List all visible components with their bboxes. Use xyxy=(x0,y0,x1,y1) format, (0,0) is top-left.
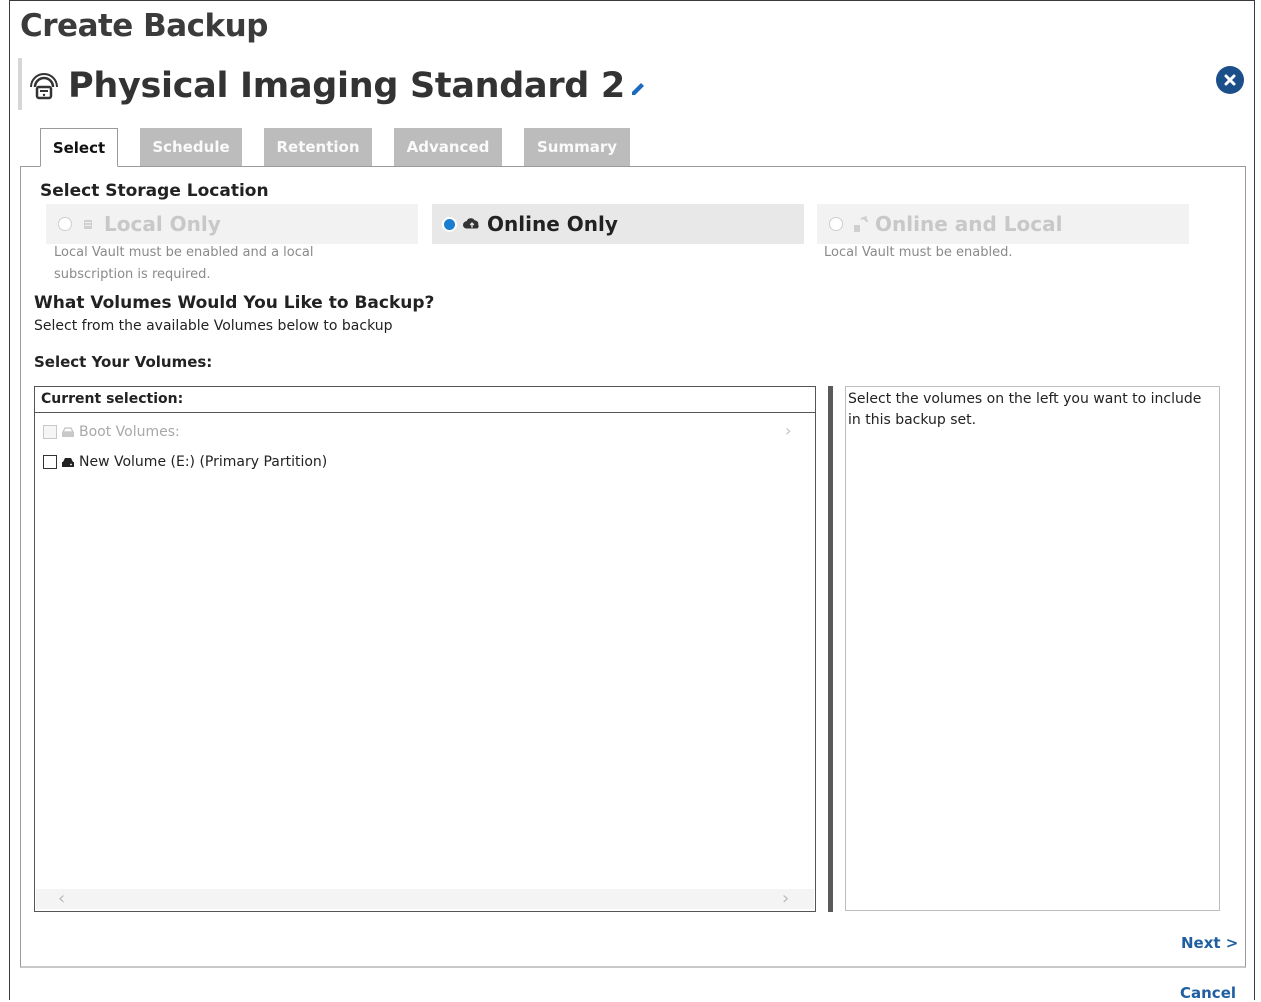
sync-icon xyxy=(851,215,869,233)
local-only-label: Local Only xyxy=(104,212,221,236)
plan-name: Physical Imaging Standard 2 xyxy=(68,66,625,106)
current-selection-header: Current selection: xyxy=(35,387,815,413)
storage-option-local-only[interactable]: Local Only xyxy=(46,204,418,244)
server-icon xyxy=(80,215,98,233)
storage-option-online-only[interactable]: Online Only xyxy=(432,204,804,244)
online-only-label: Online Only xyxy=(487,212,618,236)
volumes-subheading: Select from the available Volumes below … xyxy=(34,318,393,334)
select-volumes-label: Select Your Volumes: xyxy=(34,353,213,371)
tab-summary[interactable]: Summary xyxy=(524,128,630,166)
tree-row-boot-volumes[interactable]: Boot Volumes: xyxy=(43,421,180,443)
online-and-local-radio[interactable] xyxy=(829,217,843,231)
physical-imaging-icon xyxy=(28,70,60,102)
volumes-heading: What Volumes Would You Like to Backup? xyxy=(34,293,435,313)
online-only-radio[interactable] xyxy=(444,218,455,230)
online-and-local-note: Local Vault must be enabled. xyxy=(824,245,1013,260)
drive-icon xyxy=(61,426,75,438)
online-and-local-label: Online and Local xyxy=(875,212,1063,236)
cloud-icon xyxy=(463,215,481,233)
new-volume-checkbox[interactable] xyxy=(43,455,57,469)
local-only-note: Local Vault must be enabled and a local … xyxy=(54,245,314,282)
tab-schedule[interactable]: Schedule xyxy=(140,128,242,166)
tree-row-new-volume[interactable]: New Volume (E:) (Primary Partition) xyxy=(43,451,327,473)
tab-advanced[interactable]: Advanced xyxy=(394,128,502,166)
pane-splitter[interactable] xyxy=(828,386,833,912)
plan-title: Physical Imaging Standard 2 xyxy=(28,66,648,106)
cancel-button[interactable]: Cancel xyxy=(1180,984,1236,1002)
local-only-radio[interactable] xyxy=(58,217,72,231)
new-volume-label: New Volume (E:) (Primary Partition) xyxy=(79,454,328,470)
storage-option-online-and-local[interactable]: Online and Local xyxy=(817,204,1189,244)
close-button[interactable] xyxy=(1216,66,1244,94)
tab-select[interactable]: Select xyxy=(40,128,118,167)
volume-tree: Current selection: Boot Volumes: › New V… xyxy=(34,386,816,912)
storage-heading: Select Storage Location xyxy=(40,181,269,201)
chevron-right-icon[interactable]: › xyxy=(785,421,791,440)
boot-volumes-label: Boot Volumes: xyxy=(79,424,180,440)
next-button[interactable]: Next > xyxy=(1181,934,1238,952)
scroll-right-icon[interactable]: › xyxy=(782,889,789,909)
drive-icon xyxy=(61,456,75,468)
horizontal-scrollbar[interactable]: ‹ › xyxy=(36,889,814,909)
boot-volumes-checkbox[interactable] xyxy=(43,425,57,439)
tab-retention[interactable]: Retention xyxy=(264,128,372,166)
header-accent-bar xyxy=(18,58,22,110)
close-icon xyxy=(1224,74,1236,86)
scroll-left-icon[interactable]: ‹ xyxy=(58,889,65,909)
volume-help-text: Select the volumes on the left you want … xyxy=(848,391,1202,428)
page-title: Create Backup xyxy=(20,8,268,44)
volume-help-panel: Select the volumes on the left you want … xyxy=(845,386,1220,911)
edit-pencil-icon[interactable] xyxy=(628,79,648,99)
